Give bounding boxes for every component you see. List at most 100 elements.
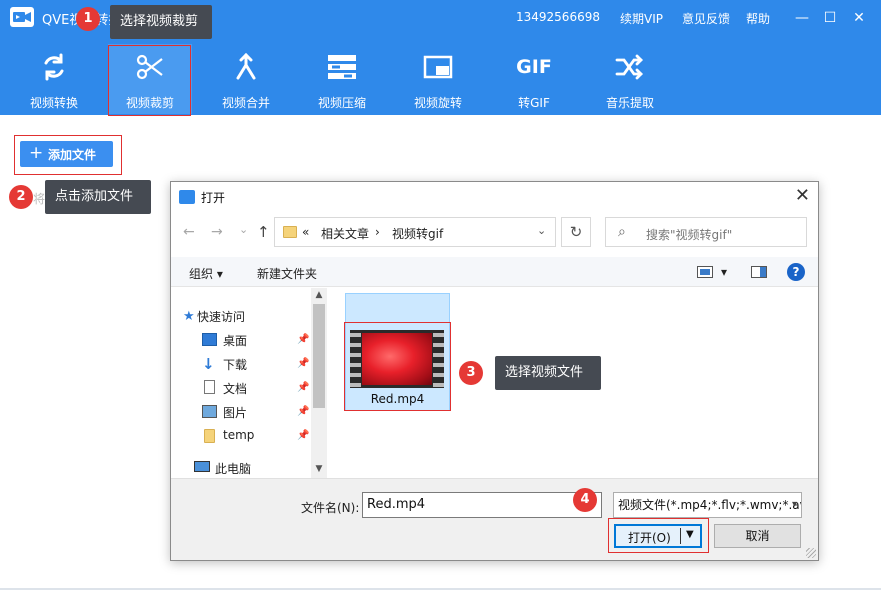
nav-label: 文档 xyxy=(223,382,248,396)
step-tip-1: 选择视频裁剪 xyxy=(110,5,212,39)
tool-video-compress[interactable]: 视频压缩 xyxy=(300,44,384,114)
shuffle-icon xyxy=(615,52,645,82)
tool-video-rotate[interactable]: 视频旋转 xyxy=(396,44,480,114)
open-button[interactable]: 打开(O) ▼ xyxy=(614,524,702,548)
rotate-icon xyxy=(423,52,453,82)
folder-icon xyxy=(204,429,215,443)
breadcrumb-separator: › xyxy=(375,225,380,239)
command-bar: 组织 ▾ 新建文件夹 ▾ ? xyxy=(171,257,818,287)
address-prefix: « xyxy=(302,225,310,239)
nav-this-pc[interactable]: 此电脑 xyxy=(194,460,252,477)
scissors-icon xyxy=(135,52,165,82)
cancel-button[interactable]: 取消 xyxy=(714,524,801,548)
step-badge-4: 4 xyxy=(573,488,597,512)
navigation-pane: ★ 快速访问 桌面 ↓ 下载 文档 图片 temp 此电脑 📌 📌 📌 📌 📌 xyxy=(171,288,326,478)
address-bar[interactable]: « 相关文章 › 视频转gif ⌄ xyxy=(274,217,556,247)
preview-pane-icon[interactable] xyxy=(751,266,767,281)
app-logo-icon xyxy=(179,190,195,204)
pin-icon[interactable]: 📌 xyxy=(297,358,309,369)
dialog-close-button[interactable]: ✕ xyxy=(795,186,810,206)
resize-grip[interactable] xyxy=(806,548,816,558)
step-badge-2: 2 xyxy=(9,185,33,209)
picture-icon xyxy=(202,405,217,418)
tool-label: 视频旋转 xyxy=(413,96,462,110)
organize-label: 组织 xyxy=(189,267,214,281)
step-tip-3: 选择视频文件 xyxy=(495,356,601,390)
filename-input[interactable]: Red.mp4 xyxy=(362,492,602,518)
computer-icon xyxy=(194,461,210,472)
nav-documents[interactable]: 文档 xyxy=(204,380,248,397)
scroll-down-icon[interactable]: ▼ xyxy=(311,464,327,474)
search-icon: ⌕ xyxy=(618,224,626,240)
tool-music-extract[interactable]: 音乐提取 xyxy=(588,44,672,114)
nav-temp[interactable]: temp xyxy=(204,428,255,443)
help-icon[interactable]: ? xyxy=(787,263,805,281)
help-link[interactable]: 帮助 xyxy=(746,10,770,27)
document-icon xyxy=(204,380,215,394)
view-icon[interactable] xyxy=(697,266,713,281)
file-name-label[interactable]: Red.mp4 xyxy=(345,392,450,406)
scroll-up-icon[interactable]: ▲ xyxy=(311,290,327,300)
feature-toolbar: 视频转换 视频裁剪 视频合并 视频压缩 视频旋转 GIF 转GIF 音乐提取 xyxy=(0,36,881,115)
tool-video-merge[interactable]: 视频合并 xyxy=(204,44,288,114)
refresh-button[interactable]: ↻ xyxy=(561,217,591,247)
forward-arrow-icon[interactable]: → xyxy=(211,224,223,240)
nav-label: 桌面 xyxy=(223,334,248,348)
add-file-button[interactable]: + 添加文件 xyxy=(20,141,113,167)
button-divider xyxy=(680,528,681,544)
tool-video-convert[interactable]: 视频转换 xyxy=(12,44,96,114)
nav-label: temp xyxy=(223,428,255,442)
filetype-select[interactable]: 视频文件(*.mp4;*.flv;*.wmv;*.avi) ▾ xyxy=(613,492,802,518)
tool-to-gif[interactable]: GIF 转GIF xyxy=(492,44,576,114)
new-folder-button[interactable]: 新建文件夹 xyxy=(257,265,317,282)
video-thumbnail[interactable] xyxy=(350,330,444,388)
maximize-button[interactable]: ☐ xyxy=(820,8,840,28)
pin-icon[interactable]: 📌 xyxy=(297,430,309,441)
scroll-thumb[interactable] xyxy=(313,304,325,408)
nav-pictures[interactable]: 图片 xyxy=(202,404,248,421)
feedback-link[interactable]: 意见反馈 xyxy=(682,10,730,27)
nav-desktop[interactable]: 桌面 xyxy=(202,332,248,349)
pin-icon[interactable]: 📌 xyxy=(297,406,309,417)
step-tip-2: 点击添加文件 xyxy=(45,180,151,214)
view-options-arrow[interactable]: ▾ xyxy=(721,265,727,279)
organize-menu[interactable]: 组织 ▾ xyxy=(189,265,223,282)
pin-icon[interactable]: 📌 xyxy=(297,382,309,393)
film-strip-edge xyxy=(350,330,361,388)
gif-icon: GIF xyxy=(516,56,552,78)
desktop-icon xyxy=(202,333,217,346)
tool-label: 转GIF xyxy=(518,96,550,110)
compress-icon xyxy=(327,52,357,82)
nav-scrollbar[interactable]: ▲ ▼ xyxy=(311,288,327,478)
nav-downloads[interactable]: ↓ 下载 xyxy=(202,355,247,373)
nav-label: 快速访问 xyxy=(197,310,246,324)
close-button[interactable]: ✕ xyxy=(849,8,869,28)
vip-renew-link[interactable]: 续期VIP xyxy=(620,10,663,27)
open-options-arrow-icon[interactable]: ▼ xyxy=(686,529,694,540)
up-folder-icon[interactable]: ↑ xyxy=(257,223,270,241)
pin-icon[interactable]: 📌 xyxy=(297,334,309,345)
folder-icon xyxy=(283,226,297,238)
chevron-down-icon[interactable]: ⌄ xyxy=(537,224,546,237)
open-label: 打开(O) xyxy=(628,531,671,545)
merge-icon xyxy=(231,52,261,82)
dialog-footer: 文件名(N): Red.mp4 视频文件(*.mp4;*.flv;*.wmv;*… xyxy=(171,478,818,560)
recent-locations-icon[interactable]: ⌄ xyxy=(239,223,248,236)
chevron-down-icon: ▾ xyxy=(216,267,223,281)
breadcrumb-video-to-gif[interactable]: 视频转gif xyxy=(392,225,443,242)
tool-label: 视频压缩 xyxy=(317,96,366,110)
nav-label: 此电脑 xyxy=(215,462,252,476)
dialog-title: 打开 xyxy=(201,191,226,205)
breadcrumb-related-articles[interactable]: 相关文章 xyxy=(321,225,369,242)
back-arrow-icon[interactable]: ← xyxy=(183,224,195,240)
nav-quick-access[interactable]: ★ 快速访问 xyxy=(183,308,246,325)
search-field[interactable]: ⌕ 搜索"视频转gif" xyxy=(605,217,807,247)
tool-label: 音乐提取 xyxy=(605,96,654,110)
download-icon: ↓ xyxy=(202,355,215,373)
filetype-value: 视频文件(*.mp4;*.flv;*.wmv;*.avi) xyxy=(618,498,802,512)
nav-label: 图片 xyxy=(223,406,248,420)
minimize-button[interactable]: — xyxy=(792,8,812,28)
search-placeholder: 搜索"视频转gif" xyxy=(646,228,733,242)
phone-number: 13492566698 xyxy=(516,10,600,24)
tool-video-crop[interactable]: 视频裁剪 xyxy=(108,44,192,114)
